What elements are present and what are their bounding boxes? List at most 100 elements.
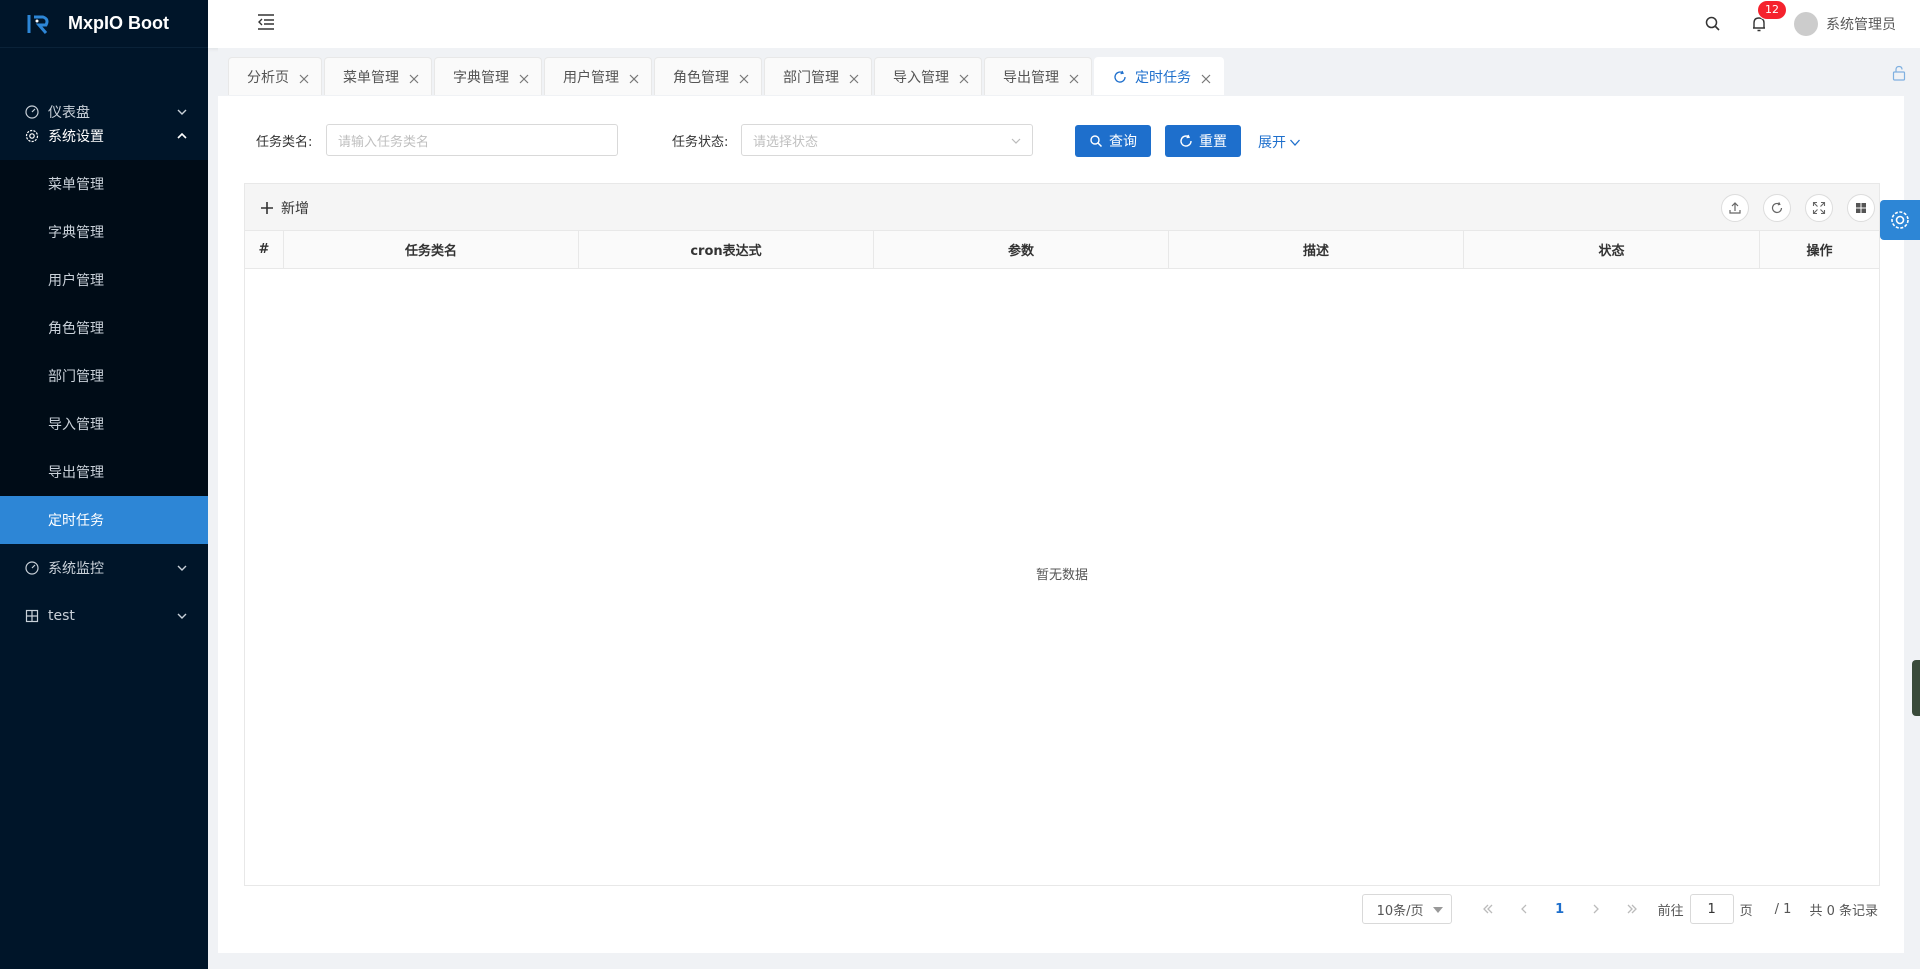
table-toolbar: 新增 — [245, 184, 1879, 231]
tab-label: 导出管理 — [1003, 69, 1059, 86]
column-header-description[interactable]: 描述 — [1169, 231, 1464, 268]
tab-export[interactable]: 导出管理 — [984, 57, 1092, 95]
add-button[interactable]: 新增 — [261, 198, 309, 218]
goto-page-input[interactable]: 1 — [1689, 894, 1734, 924]
task-status-label: 任务状态: — [672, 135, 729, 150]
reset-button[interactable]: 重置 — [1165, 125, 1241, 157]
app-logo[interactable]: MxpIO Boot — [0, 0, 208, 48]
sidebar-item-scheduled-tasks[interactable]: 定时任务 — [0, 496, 208, 544]
bell-icon[interactable]: 12 — [1750, 1, 1786, 33]
task-status-placeholder: 请选择状态 — [753, 134, 819, 150]
lock-icon[interactable] — [1892, 65, 1906, 81]
close-icon[interactable] — [299, 72, 309, 83]
tab-departments[interactable]: 部门管理 — [764, 57, 872, 95]
top-header: 12 系统管理员 — [208, 0, 1920, 48]
table-header: # 任务类名 cron表达式 参数 描述 状态 操作 — [245, 231, 1879, 269]
tab-label: 导入管理 — [893, 69, 949, 86]
empty-state-text: 暂无数据 — [1035, 568, 1088, 583]
header-actions: 12 系统管理员 — [1704, 0, 1920, 48]
sidebar-item-label: 菜单管理 — [48, 177, 104, 193]
data-table: 新增 # 任务类名 cron表达式 参数 描述 状态 操作 暂无数据 — [244, 183, 1880, 886]
column-header-params[interactable]: 参数 — [874, 231, 1169, 268]
menu-fold-icon[interactable] — [256, 12, 276, 32]
column-header-index: # — [245, 231, 284, 268]
total-records: 共 0 条记录 — [1809, 903, 1878, 919]
close-icon[interactable] — [1201, 72, 1211, 83]
avatar[interactable] — [1794, 12, 1818, 36]
column-header-actions: 操作 — [1806, 244, 1833, 259]
page-number-current[interactable]: 1 — [1542, 902, 1578, 917]
close-icon[interactable] — [409, 72, 419, 83]
last-page-icon[interactable] — [1614, 894, 1650, 924]
query-button[interactable]: 查询 — [1075, 125, 1151, 157]
page-size-value: 10条/页 — [1376, 903, 1424, 919]
reset-button-label: 重置 — [1199, 134, 1227, 150]
dashboard-icon — [24, 560, 40, 576]
column-header-cron[interactable]: cron表达式 — [579, 231, 874, 268]
sidebar-item-label: 角色管理 — [48, 321, 104, 337]
reload-icon[interactable] — [1113, 70, 1127, 84]
gear-icon — [24, 128, 40, 144]
username[interactable]: 系统管理员 — [1826, 14, 1896, 34]
close-icon[interactable] — [959, 72, 969, 83]
sidebar-item-menu-management[interactable]: 菜单管理 — [0, 160, 208, 208]
sidebar-item-departments[interactable]: 部门管理 — [0, 352, 208, 400]
side-handle[interactable] — [1912, 660, 1920, 716]
sidebar-item-users[interactable]: 用户管理 — [0, 256, 208, 304]
bottom-spacer — [218, 953, 1904, 969]
query-button-label: 查询 — [1109, 134, 1137, 150]
settings-drawer-button[interactable] — [1880, 200, 1920, 240]
sidebar-item-test[interactable]: test — [0, 592, 208, 640]
tab-menu-management[interactable]: 菜单管理 — [324, 57, 432, 95]
close-icon[interactable] — [739, 72, 749, 83]
next-page-icon[interactable] — [1578, 894, 1614, 924]
tab-roles[interactable]: 角色管理 — [654, 57, 762, 95]
sidebar-item-roles[interactable]: 角色管理 — [0, 304, 208, 352]
upload-icon[interactable] — [1721, 194, 1749, 222]
search-form: 任务类名: 请输入任务类名 任务状态: 请选择状态 查询 重置 展开 — [218, 124, 1904, 157]
tabs-bar: 分析页 菜单管理 字典管理 用户管理 角色管理 部门管理 导入管理 导出管理 定… — [218, 48, 1920, 96]
goto-label: 前往 — [1657, 903, 1684, 919]
task-class-input[interactable]: 请输入任务类名 — [326, 124, 618, 156]
sidebar-item-system-settings[interactable]: 系统设置 — [0, 112, 208, 160]
search-icon[interactable] — [1704, 15, 1722, 33]
chevron-down-icon — [1290, 139, 1300, 146]
close-icon[interactable] — [629, 72, 639, 83]
close-icon[interactable] — [519, 72, 529, 83]
tab-dictionary[interactable]: 字典管理 — [434, 57, 542, 95]
system-settings-submenu: 菜单管理 字典管理 用户管理 角色管理 部门管理 导入管理 导出管理 定时任务 — [0, 160, 208, 544]
task-status-select[interactable]: 请选择状态 — [741, 124, 1033, 156]
page-unit: 页 — [1739, 903, 1753, 919]
search-icon — [1090, 135, 1103, 148]
column-header-status[interactable]: 状态 — [1464, 231, 1760, 268]
fullscreen-icon[interactable] — [1805, 194, 1833, 222]
sidebar-item-label: test — [48, 608, 75, 624]
sidebar-item-label: 定时任务 — [48, 513, 104, 529]
sidebar-item-label: 导出管理 — [48, 465, 104, 481]
logo-icon — [26, 11, 52, 37]
sidebar-item-dictionary[interactable]: 字典管理 — [0, 208, 208, 256]
tab-label: 角色管理 — [673, 69, 729, 86]
columns-icon[interactable] — [1847, 194, 1875, 222]
sidebar-item-export[interactable]: 导出管理 — [0, 448, 208, 496]
sidebar-item-label: 系统设置 — [48, 129, 104, 145]
reload-icon — [1180, 134, 1192, 147]
close-icon[interactable] — [1069, 72, 1079, 83]
tab-label: 用户管理 — [563, 69, 619, 86]
tab-import[interactable]: 导入管理 — [874, 57, 982, 95]
page-size-select[interactable]: 10条/页 — [1361, 894, 1452, 924]
gear-icon — [1891, 211, 1909, 229]
tab-label: 定时任务 — [1135, 69, 1191, 86]
first-page-icon[interactable] — [1470, 894, 1506, 924]
chevron-up-icon — [176, 130, 188, 142]
refresh-icon[interactable] — [1763, 194, 1791, 222]
prev-page-icon[interactable] — [1506, 894, 1542, 924]
tab-users[interactable]: 用户管理 — [544, 57, 652, 95]
expand-link[interactable]: 展开 — [1258, 132, 1301, 152]
column-header-task-class[interactable]: 任务类名 — [284, 231, 579, 268]
sidebar-item-system-monitor[interactable]: 系统监控 — [0, 544, 208, 592]
close-icon[interactable] — [849, 72, 859, 83]
tab-scheduled-tasks[interactable]: 定时任务 — [1094, 57, 1224, 95]
tab-analysis[interactable]: 分析页 — [228, 57, 322, 95]
sidebar-item-import[interactable]: 导入管理 — [0, 400, 208, 448]
